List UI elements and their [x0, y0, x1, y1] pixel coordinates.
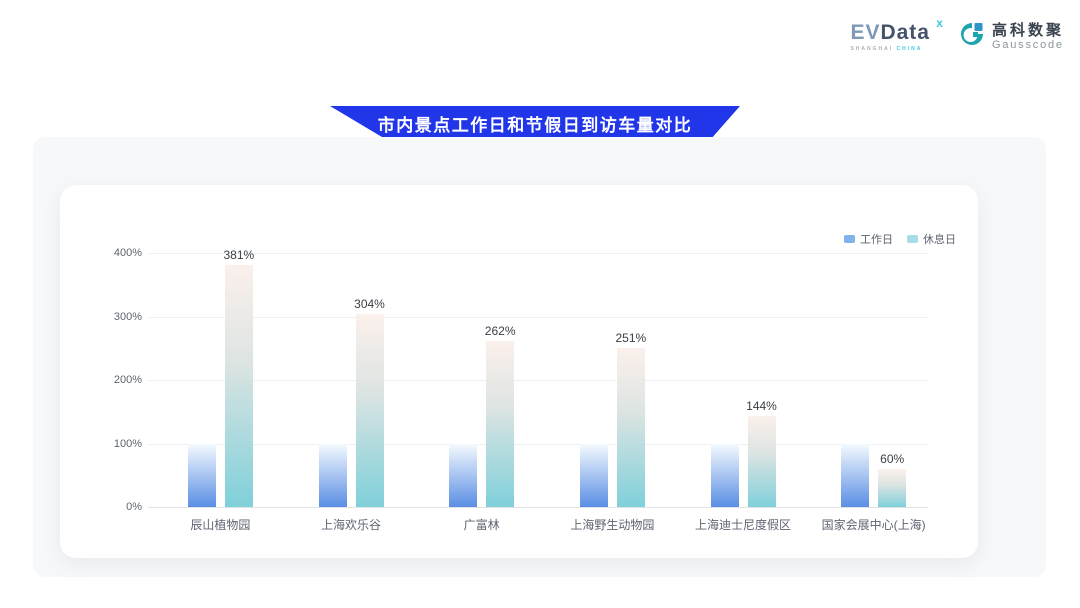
bar-workday[interactable]: [188, 444, 216, 508]
evdata-ev-text: EV: [850, 21, 880, 44]
bar-workday[interactable]: [449, 444, 477, 508]
bar-restday[interactable]: [748, 416, 776, 507]
header-logos: EVDatax SHANGHAI CHINA 高科数聚 Gausscode: [850, 20, 1064, 53]
gausscode-g-icon: [958, 20, 986, 53]
evdata-data-text: Data: [880, 21, 930, 44]
bar-workday[interactable]: [841, 444, 869, 508]
gausscode-logo: 高科数聚 Gausscode: [958, 20, 1064, 53]
gridline: [148, 380, 928, 381]
y-axis-tick-label: 300%: [87, 311, 142, 323]
y-axis-tick-label: 0%: [87, 501, 142, 513]
bar-restday[interactable]: [225, 265, 253, 507]
evdata-china-text: CHINA: [897, 46, 923, 52]
legend-swatch: [907, 235, 918, 243]
evdata-logo: EVDatax SHANGHAI CHINA: [850, 22, 942, 52]
bar-value-label: 262%: [485, 324, 516, 338]
x-axis-line: [148, 507, 928, 508]
bar-restday[interactable]: [356, 314, 384, 507]
gridline: [148, 253, 928, 254]
content-panel: 工作日 休息日 0% 100% 200% 300% 400% 381% 辰山植物园 304% 上海…: [33, 137, 1046, 577]
legend-item-工作日[interactable]: 工作日: [844, 231, 893, 247]
bar-value-label: 144%: [746, 399, 777, 413]
evdata-subtitle: SHANGHAI CHINA: [850, 47, 922, 52]
bar-value-label: 251%: [615, 331, 646, 345]
x-axis-category-label: 广富林: [464, 516, 500, 533]
x-axis-category-label: 辰山植物园: [190, 516, 250, 533]
bar-value-label: 60%: [880, 452, 904, 466]
bar-value-label: 304%: [354, 297, 385, 311]
y-axis-tick-label: 200%: [87, 374, 142, 386]
y-axis-tick-label: 100%: [87, 438, 142, 450]
evdata-x-icon: x: [936, 17, 944, 29]
evdata-wordmark: EVDatax: [850, 22, 942, 43]
bar-workday[interactable]: [580, 444, 608, 508]
evdata-shanghai-text: SHANGHAI: [850, 46, 893, 52]
bar-workday[interactable]: [319, 444, 347, 508]
bar-value-label: 381%: [223, 248, 254, 262]
legend-label: 休息日: [923, 231, 956, 247]
gausscode-en-text: Gausscode: [992, 39, 1064, 52]
title-banner: 市内景点工作日和节假日到访车量对比: [330, 106, 740, 140]
legend-swatch: [844, 235, 855, 243]
bar-restday[interactable]: [617, 348, 645, 507]
gridline: [148, 444, 928, 445]
chart-card: 工作日 休息日 0% 100% 200% 300% 400% 381% 辰山植物园 304% 上海…: [60, 185, 978, 558]
x-axis-category-label: 上海迪士尼度假区: [695, 516, 791, 533]
legend-item-休息日[interactable]: 休息日: [907, 231, 956, 247]
gausscode-wordmark: 高科数聚 Gausscode: [992, 22, 1064, 52]
gausscode-cn-text: 高科数聚: [992, 22, 1064, 39]
bar-restday[interactable]: [486, 341, 514, 507]
bar-workday[interactable]: [711, 444, 739, 508]
chart-legend: 工作日 休息日: [844, 231, 956, 247]
legend-label: 工作日: [860, 231, 893, 247]
bar-restday[interactable]: [878, 469, 906, 507]
y-axis-tick-label: 400%: [87, 247, 142, 259]
x-axis-category-label: 上海野生动物园: [570, 516, 654, 533]
gridline: [148, 317, 928, 318]
x-axis-category-label: 国家会展中心(上海): [822, 516, 926, 533]
x-axis-category-label: 上海欢乐谷: [321, 516, 381, 533]
page-title: 市内景点工作日和节假日到访车量对比: [378, 111, 693, 136]
